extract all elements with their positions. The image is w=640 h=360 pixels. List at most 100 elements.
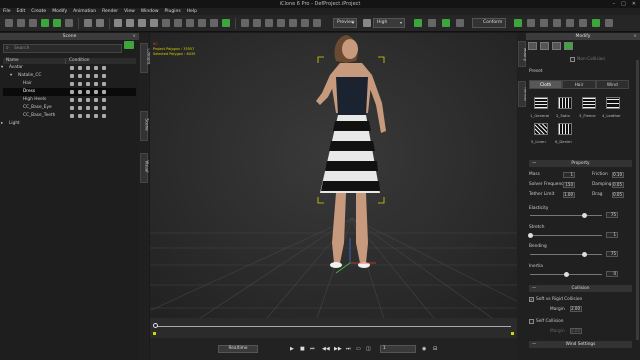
stop-icon[interactable]: ■ (300, 346, 305, 352)
visibility-icon[interactable] (70, 114, 74, 118)
physics-icon[interactable] (592, 19, 600, 27)
close-icon[interactable]: ✕ (632, 1, 636, 7)
sound-icon[interactable]: ◫ (366, 346, 371, 352)
link-icon[interactable] (102, 114, 106, 118)
animation-icon[interactable] (552, 42, 561, 50)
shadow-icon[interactable] (86, 114, 90, 118)
tab-render[interactable]: Render (518, 81, 529, 107)
visibility-icon[interactable] (70, 82, 74, 86)
shadow-icon[interactable] (86, 66, 90, 70)
link-icon[interactable] (102, 66, 106, 70)
stretch-field[interactable]: 1 (606, 232, 618, 238)
play-icon[interactable]: ▶ (290, 346, 294, 352)
elasticity-slider[interactable] (530, 215, 602, 216)
quality-icon[interactable] (363, 19, 371, 27)
3d-viewport[interactable]: 60 Project Polygon : 35557 Selected Poly… (150, 33, 517, 338)
zoom-icon[interactable] (265, 19, 273, 27)
self-margin-field[interactable]: 2.00 (570, 328, 582, 334)
pivot-icon[interactable] (186, 19, 194, 27)
preset-swatch-leather[interactable] (606, 97, 620, 109)
preset-swatch-general[interactable] (534, 97, 548, 109)
tree-row[interactable]: Hair (3, 80, 136, 88)
preview-select[interactable]: Preview (333, 18, 357, 28)
bake-icon[interactable] (94, 106, 98, 110)
link-icon[interactable] (102, 106, 106, 110)
link-icon[interactable] (102, 74, 106, 78)
open-project-icon[interactable] (17, 19, 25, 27)
pan-icon[interactable] (241, 19, 249, 27)
new-project-icon[interactable] (5, 19, 13, 27)
align-icon[interactable] (162, 19, 170, 27)
ibl-icon[interactable] (456, 19, 464, 27)
bending-field[interactable]: 75 (606, 251, 618, 257)
timeline-toggle-icon[interactable]: ⊟ (433, 346, 437, 352)
shadow-icon[interactable] (86, 74, 90, 78)
start-marker-icon[interactable] (153, 332, 156, 335)
friction-field[interactable]: 0.10 (612, 172, 624, 178)
tab-visual[interactable]: Visual (140, 153, 149, 183)
collision-section-header[interactable]: — Collision (529, 285, 632, 292)
paint-icon[interactable] (579, 19, 587, 27)
visibility-icon[interactable] (70, 66, 74, 70)
bake-icon[interactable] (94, 74, 98, 78)
inertia-field[interactable]: 0 (606, 271, 618, 277)
drag-field[interactable]: 0.05 (612, 192, 624, 198)
menu-file[interactable]: File (3, 8, 11, 15)
self-collision-toggle[interactable]: Self Collision (529, 319, 563, 324)
property-section-header[interactable]: — Property (529, 160, 632, 167)
visibility-icon[interactable] (70, 74, 74, 78)
stretch-slider[interactable] (530, 235, 602, 236)
tab-scene[interactable]: Scene (140, 111, 150, 141)
link-icon[interactable] (102, 82, 106, 86)
bake-icon[interactable] (94, 114, 98, 118)
orbit-icon[interactable] (253, 19, 261, 27)
save-project-icon[interactable] (29, 19, 37, 27)
gamepad-icon[interactable] (605, 19, 613, 27)
link-icon[interactable] (102, 98, 106, 102)
visibility-icon[interactable] (70, 98, 74, 102)
conform-button[interactable]: Conform (472, 18, 506, 28)
preset-swatch-fleece[interactable] (582, 97, 596, 109)
fov-icon[interactable] (289, 19, 297, 27)
tab-content[interactable]: Content (140, 43, 151, 73)
lock-icon[interactable] (78, 106, 82, 110)
elasticity-slider-handle[interactable] (581, 213, 587, 218)
lock-icon[interactable] (78, 66, 82, 70)
pack-icon[interactable] (65, 19, 73, 27)
visibility-icon[interactable] (70, 90, 74, 94)
target-icon[interactable] (540, 19, 548, 27)
tree-row[interactable]: CC_Base_Eye (3, 104, 136, 112)
end-marker-icon[interactable] (511, 332, 514, 335)
eye-icon[interactable] (222, 19, 230, 27)
menu-view[interactable]: View (124, 8, 135, 15)
tree-row[interactable]: Dress (3, 88, 136, 96)
elasticity-field[interactable]: 75 (606, 212, 618, 218)
non-collision-checkbox[interactable] (570, 57, 575, 62)
tree-row[interactable]: CC_Base_Teeth (3, 112, 136, 120)
hud-icon[interactable] (566, 19, 574, 27)
search-input[interactable]: ⌕ Search (3, 44, 122, 53)
tab-wind[interactable]: Wind (595, 80, 629, 89)
mass-field[interactable]: 1 (563, 172, 575, 178)
lock-icon[interactable] (78, 82, 82, 86)
timeline-playhead[interactable] (153, 323, 158, 328)
export-icon[interactable] (53, 19, 61, 27)
preset-swatch-denim[interactable] (558, 123, 572, 135)
close-icon[interactable]: × (633, 33, 637, 40)
timeline-track[interactable] (155, 326, 511, 327)
self-collision-checkbox[interactable] (529, 319, 534, 324)
tab-hair[interactable]: Hair (562, 80, 596, 89)
wind-settings-section-header[interactable]: — Wind Settings (529, 341, 632, 348)
menu-create[interactable]: Create (31, 8, 46, 15)
preset-swatch-linen[interactable] (534, 123, 548, 135)
expand-icon[interactable]: ▾ (1, 64, 3, 72)
lock-icon[interactable] (78, 90, 82, 94)
previous-key-icon[interactable]: ⏮ (310, 346, 315, 352)
solver-frequency-field[interactable]: 150 (563, 182, 575, 188)
lock-icon[interactable] (78, 74, 82, 78)
menu-plugins[interactable]: Plugins (165, 8, 181, 15)
transform-icon[interactable] (553, 19, 561, 27)
close-icon[interactable]: × (132, 33, 136, 40)
snap-icon[interactable] (174, 19, 182, 27)
frame-settings-icon[interactable]: ◉ (422, 346, 426, 352)
